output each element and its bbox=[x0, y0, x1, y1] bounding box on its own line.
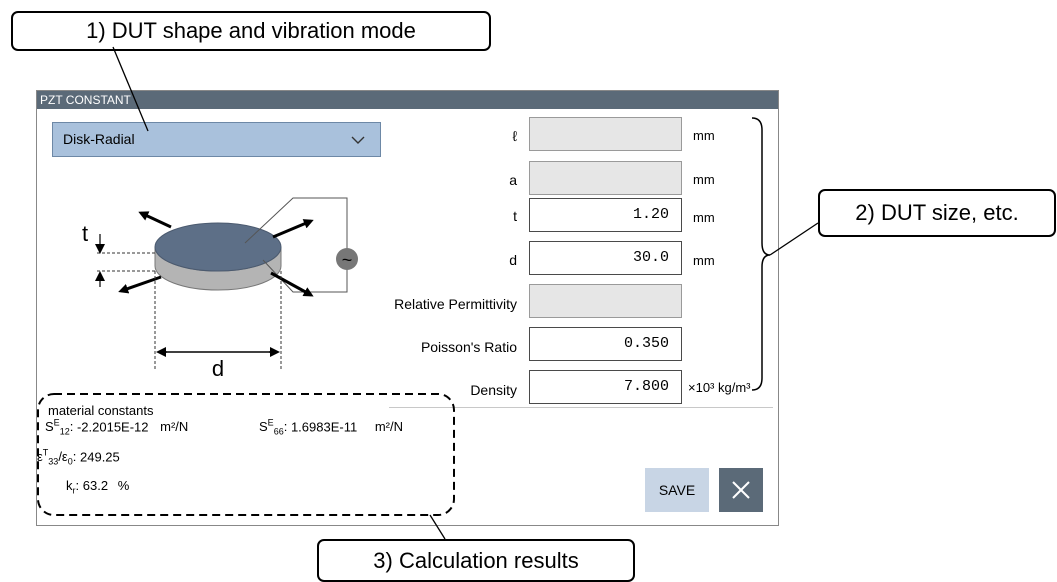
callout-dut-shape-text: 1) DUT shape and vibration mode bbox=[86, 18, 416, 43]
close-icon bbox=[732, 481, 750, 499]
callout-dut-shape: 1) DUT shape and vibration mode bbox=[11, 11, 491, 51]
field-label-relative-permittivity: Relative Permittivity bbox=[394, 296, 517, 312]
close-button[interactable] bbox=[719, 468, 763, 512]
s66-row: SE66: 1.6983E-11 m²/N bbox=[259, 418, 403, 437]
thickness-field[interactable]: 1.20 bbox=[529, 198, 682, 232]
pzt-constant-dialog: PZT CONSTANT Disk-Radial ~ t d ℓ mm a mm… bbox=[36, 90, 779, 526]
permittivity-row: εT33/ε0: 249.25 bbox=[37, 448, 120, 467]
length-field[interactable] bbox=[529, 117, 682, 151]
callout-calculation-results-text: 3) Calculation results bbox=[373, 547, 579, 573]
field-label-a: a bbox=[509, 172, 517, 188]
callout-dut-size-text: 2) DUT size, etc. bbox=[855, 200, 1019, 225]
s12-value: -2.2015E-12 bbox=[76, 419, 149, 435]
field-label-density: Density bbox=[470, 382, 517, 398]
divider bbox=[389, 407, 773, 408]
permittivity-value: 249.25 bbox=[80, 449, 120, 465]
callout-dut-size: 2) DUT size, etc. bbox=[818, 189, 1056, 237]
s12-unit: m²/N bbox=[160, 419, 189, 435]
s66-value: 1.6983E-11 bbox=[290, 419, 358, 435]
disk-radial-diagram: ~ t d bbox=[82, 197, 358, 381]
callout-calculation-results: 3) Calculation results bbox=[317, 539, 635, 582]
length-unit: mm bbox=[693, 128, 715, 143]
kr-row: kr: 63.2 % bbox=[66, 478, 129, 496]
field-label-thickness: t bbox=[513, 208, 517, 224]
kr-unit: % bbox=[117, 478, 130, 493]
thickness-label: t bbox=[82, 221, 88, 246]
dialog-title: PZT CONSTANT bbox=[37, 91, 778, 109]
density-unit: ×10³ kg/m³ bbox=[688, 380, 751, 395]
field-label-poissons-ratio: Poisson's Ratio bbox=[420, 339, 517, 355]
field-label-diameter: d bbox=[509, 252, 517, 268]
s66-symbol: SE66: bbox=[259, 418, 288, 437]
a-field[interactable] bbox=[529, 161, 682, 195]
kr-value: 63.2 bbox=[82, 478, 109, 493]
s66-unit: m²/N bbox=[374, 419, 404, 435]
density-field[interactable]: 7.800 bbox=[529, 370, 682, 404]
permittivity-symbol: εT33/ε0: bbox=[37, 448, 77, 467]
field-label-length: ℓ bbox=[512, 128, 517, 144]
poissons-ratio-field[interactable]: 0.350 bbox=[529, 327, 682, 361]
s12-row: SE12: -2.2015E-12 m²/N bbox=[45, 418, 188, 437]
material-constants-title: material constants bbox=[48, 403, 154, 418]
a-unit: mm bbox=[693, 172, 715, 187]
diameter-label: d bbox=[212, 356, 224, 381]
s12-symbol: SE12: bbox=[45, 418, 74, 437]
relative-permittivity-field[interactable] bbox=[529, 284, 682, 318]
mode-select[interactable]: Disk-Radial bbox=[52, 122, 381, 157]
thickness-unit: mm bbox=[693, 210, 715, 225]
kr-symbol: kr: bbox=[66, 478, 80, 496]
diameter-unit: mm bbox=[693, 253, 715, 268]
save-button[interactable]: SAVE bbox=[645, 468, 709, 512]
diameter-field[interactable]: 30.0 bbox=[529, 241, 682, 275]
mode-select-value: Disk-Radial bbox=[63, 131, 135, 147]
